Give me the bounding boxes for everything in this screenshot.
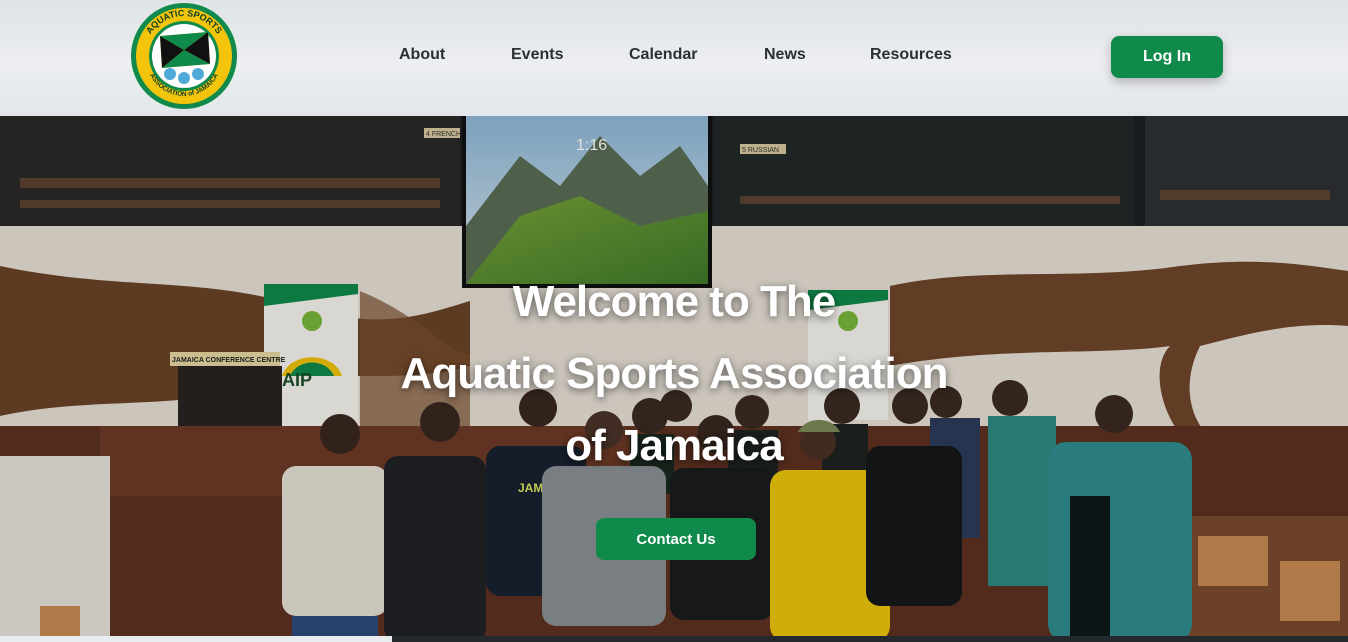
nav-calendar[interactable]: Calendar	[629, 46, 697, 64]
hero-title: Welcome to The Aquatic Sports Associatio…	[0, 266, 1348, 482]
hero-section: 1:16 4 FRENCH 5 RUSSIAN JAIP JAMAICA CON…	[0, 116, 1348, 642]
hero-title-line-2: Aquatic Sports Association	[400, 349, 949, 398]
hero-title-line-3: of Jamaica	[565, 421, 783, 470]
nav-events[interactable]: Events	[511, 46, 563, 64]
site-header: AQUATIC SPORTS ASSOCIATION of JAMAICA Ab…	[0, 0, 1348, 116]
nav-news[interactable]: News	[764, 46, 806, 64]
contact-us-button[interactable]: Contact Us	[596, 518, 756, 560]
nav-resources[interactable]: Resources	[870, 46, 952, 64]
hero-title-line-1: Welcome to The	[512, 277, 837, 326]
bottom-divider-light	[0, 636, 392, 642]
nav-about[interactable]: About	[399, 46, 445, 64]
login-button[interactable]: Log In	[1111, 36, 1223, 78]
